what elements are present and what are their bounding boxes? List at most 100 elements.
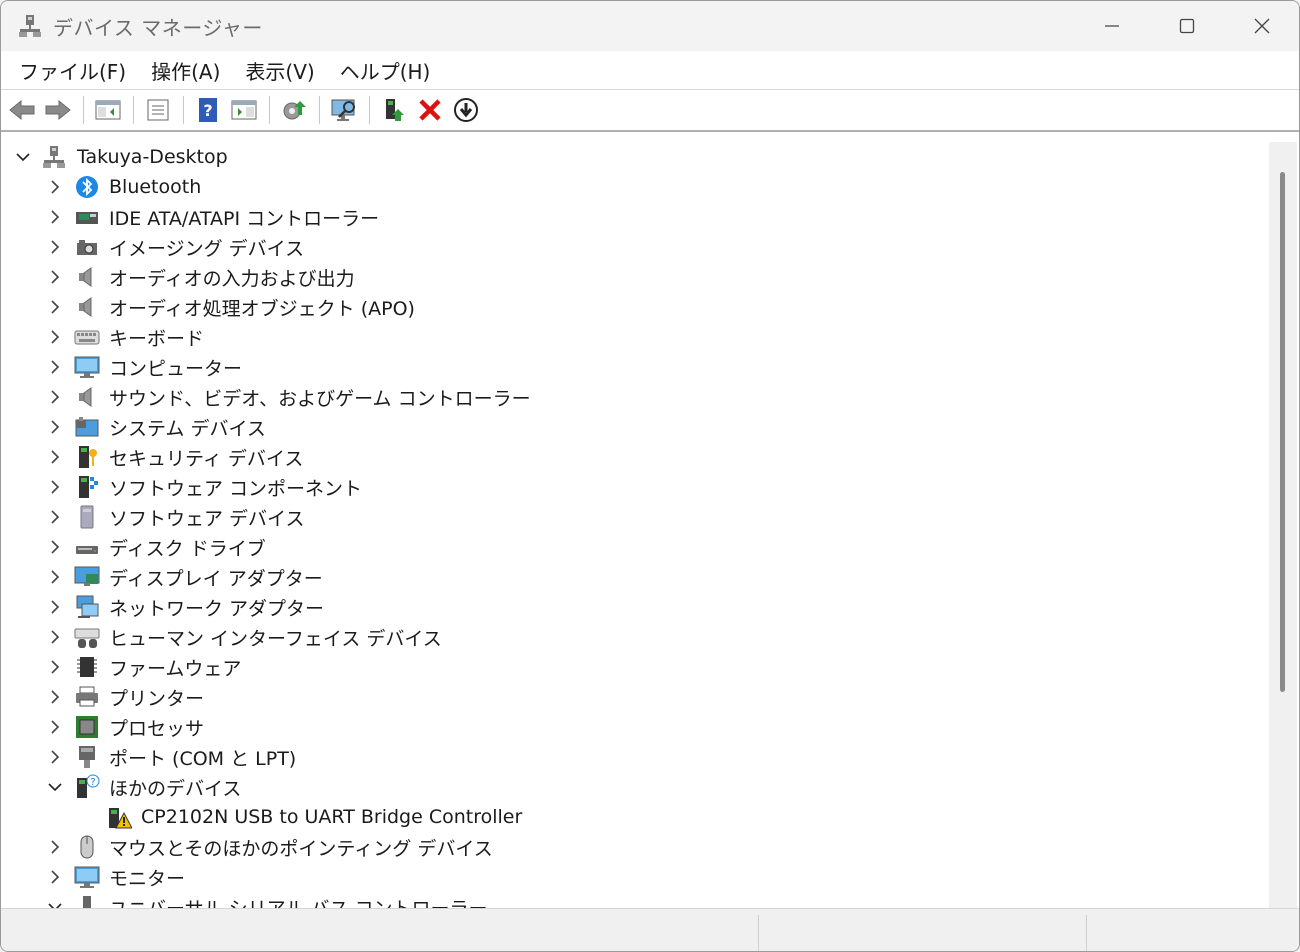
menu-view[interactable]: 表示(V) [241, 54, 318, 87]
help-button[interactable]: ? [193, 95, 223, 125]
show-hide-console-tree-button[interactable] [93, 95, 123, 125]
chevron-right-icon[interactable] [47, 329, 63, 345]
tree-category-label: モニター [109, 867, 186, 890]
chevron-right-icon[interactable] [47, 839, 63, 855]
uninstall-device-button[interactable] [415, 95, 445, 125]
chevron-right-icon[interactable] [47, 509, 63, 525]
imaging-device-icon [77, 240, 97, 255]
svg-text:?: ? [203, 101, 212, 120]
chevron-right-icon[interactable] [47, 419, 63, 435]
device-manager-window: デバイス マネージャー ファイル(F) 操作(A) 表示(V) ヘルプ(H) ?… [0, 0, 1300, 952]
scrollbar-thumb[interactable] [1280, 172, 1285, 692]
bluetooth-icon [76, 176, 98, 198]
show-hide-console-tree-icon [95, 100, 121, 120]
disk-drive-icon [76, 546, 98, 554]
svg-text:?: ? [90, 777, 95, 788]
chevron-down-icon[interactable] [15, 149, 31, 165]
scan-hardware-button[interactable] [329, 95, 359, 125]
title-bar[interactable]: デバイス マネージャー [1, 1, 1299, 51]
status-bar [1, 908, 1299, 951]
tree-category-label: ソフトウェア コンポーネント [109, 477, 363, 500]
menu-bar: ファイル(F) 操作(A) 表示(V) ヘルプ(H) [1, 51, 1299, 90]
tree-root-label: Takuya-Desktop [77, 146, 228, 168]
chevron-right-icon[interactable] [47, 569, 63, 585]
processor-icon [76, 716, 98, 738]
speaker-icon [79, 267, 92, 287]
menu-file[interactable]: ファイル(F) [15, 54, 130, 87]
back-button[interactable] [7, 95, 37, 125]
tree-category-label: セキュリティ デバイス [109, 447, 304, 470]
tree-category-label: オーディオ処理オブジェクト (APO) [109, 297, 415, 320]
tree-category-label: プリンター [109, 687, 205, 710]
action-pane-button[interactable] [229, 95, 259, 125]
chevron-right-icon[interactable] [47, 749, 63, 765]
toolbar: ? [1, 90, 1299, 132]
chevron-right-icon[interactable] [47, 689, 63, 705]
chevron-right-icon[interactable] [47, 209, 63, 225]
tree-category-label: プロセッサ [109, 717, 205, 740]
window-title: デバイス マネージャー [53, 15, 263, 40]
chevron-right-icon[interactable] [47, 269, 63, 285]
chevron-right-icon[interactable] [47, 659, 63, 675]
computer-icon [74, 356, 100, 378]
software-device-icon [80, 505, 94, 529]
ide-controller-icon [76, 212, 98, 224]
security-device-icon [79, 446, 97, 468]
chevron-right-icon[interactable] [47, 359, 63, 375]
chevron-right-icon[interactable] [47, 719, 63, 735]
tree-category-label: コンピューター [109, 357, 243, 380]
chevron-right-icon[interactable] [47, 629, 63, 645]
display-adapter-icon [74, 566, 100, 586]
chevron-right-icon[interactable] [47, 299, 63, 315]
tree-category-label: ポート (COM と LPT) [109, 747, 297, 770]
tree-category-label: ディスク ドライブ [109, 537, 266, 560]
enable-device-button[interactable] [379, 95, 409, 125]
close-button[interactable] [1224, 1, 1299, 51]
chevron-right-icon[interactable] [47, 449, 63, 465]
device-manager-icon [19, 15, 41, 37]
chevron-down-icon[interactable] [47, 899, 63, 908]
minimize-button[interactable] [1074, 1, 1149, 51]
network-adapter-icon [76, 595, 99, 618]
tree-category-label: イメージング デバイス [109, 237, 305, 260]
tree-device-label: CP2102N USB to UART Bridge Controller [141, 806, 523, 828]
usb-controller-icon [83, 896, 91, 908]
properties-button[interactable] [143, 95, 173, 125]
tree-category-label: ファームウェア [109, 657, 242, 680]
device-tree[interactable]: Takuya-Desktop Bluetooth IDE ATA/ATAPI コン… [3, 142, 1269, 908]
chevron-right-icon[interactable] [47, 239, 63, 255]
forward-button[interactable] [43, 95, 73, 125]
speaker-icon [79, 387, 92, 407]
tree-category-label: ソフトウェア デバイス [109, 507, 305, 530]
tree-category-label: ユニバーサル シリアル バス コントローラー [109, 894, 488, 909]
properties-icon [147, 99, 169, 121]
maximize-button[interactable] [1149, 1, 1224, 51]
chevron-right-icon[interactable] [47, 389, 63, 405]
tree-category-label: ディスプレイ アダプター [109, 567, 323, 590]
chevron-right-icon[interactable] [47, 869, 63, 885]
tree-category-label: ほかのデバイス [109, 777, 242, 800]
tree-category-label: マウスとそのほかのポインティング デバイス [109, 837, 493, 860]
chevron-right-icon[interactable] [47, 599, 63, 615]
other-device-icon: ? [77, 774, 100, 798]
chevron-right-icon[interactable] [47, 179, 63, 195]
tree-category-label: オーディオの入力および出力 [109, 267, 355, 290]
chevron-right-icon[interactable] [47, 539, 63, 555]
keyboard-icon [74, 330, 100, 345]
tree-category-label: ヒューマン インターフェイス デバイス [109, 627, 442, 650]
menu-help[interactable]: ヘルプ(H) [336, 54, 435, 87]
menu-action[interactable]: 操作(A) [147, 54, 224, 87]
enable-device-icon [386, 99, 404, 121]
help-icon: ? [199, 98, 217, 122]
update-driver-button[interactable] [279, 95, 309, 125]
close-icon [1254, 18, 1269, 34]
download-update-button[interactable] [451, 95, 481, 125]
printer-icon [76, 686, 98, 707]
download-update-icon [454, 98, 478, 122]
vertical-scrollbar[interactable] [1269, 142, 1297, 908]
chevron-down-icon[interactable] [47, 779, 63, 795]
tree-category-label: Bluetooth [109, 176, 202, 198]
mouse-icon [80, 835, 94, 859]
chevron-right-icon[interactable] [47, 479, 63, 495]
tree-category-label: システム デバイス [109, 417, 266, 440]
